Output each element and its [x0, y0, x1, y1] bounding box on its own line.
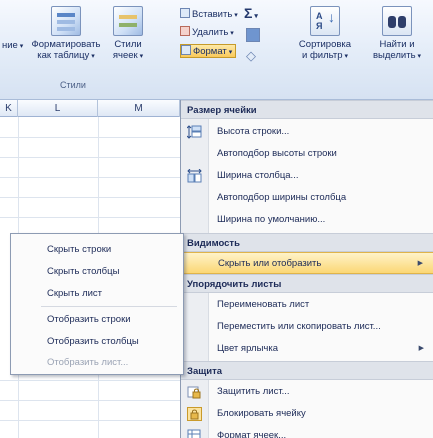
submenu-item-unhide-rows[interactable]: Отобразить строки — [11, 309, 183, 330]
sort-filter-button[interactable]: AЯ ↓ Сортировка и фильтр ▾ — [296, 6, 354, 62]
menu-header-cell-size: Размер ячейки — [181, 100, 433, 119]
clear-icon[interactable]: ◇ — [246, 48, 256, 64]
table-format-icon — [51, 6, 81, 36]
find-select-button[interactable]: Найти и выделить ▾ — [366, 6, 428, 62]
submenu-item-unhide-sheet: Отобразить лист... — [11, 352, 183, 373]
column-header-l[interactable]: L — [18, 100, 98, 117]
column-header-k[interactable]: K — [0, 100, 18, 117]
grid-line — [0, 400, 180, 401]
move-copy-sheet-label: Переместить или скопировать лист... — [217, 321, 381, 332]
insert-label: Вставить — [192, 9, 233, 20]
menu-item-autofit-row-height[interactable]: Автоподбор высоты строки — [181, 143, 433, 165]
row-height-label: Высота строки... — [217, 126, 290, 137]
grid-line — [0, 217, 180, 218]
insert-icon — [180, 8, 190, 18]
unhide-sheet-label: Отобразить лист... — [47, 357, 129, 368]
styles-group-label: Стили — [60, 80, 86, 90]
hide-rows-label: Скрыть строки — [47, 244, 112, 255]
menu-item-tab-color[interactable]: Цвет ярлычка ▶ — [181, 338, 433, 360]
binoculars-icon — [382, 6, 412, 36]
menu-item-format-cells[interactable]: Формат ячеек... — [181, 425, 433, 438]
partial-ribbon-label-text: ние — [2, 40, 18, 51]
menu-header-organize-sheets: Упорядочить листы — [181, 274, 433, 293]
grid-line — [0, 137, 180, 138]
protect-sheet-icon — [187, 385, 202, 399]
menu-header-visibility: Видимость — [181, 233, 433, 252]
format-button[interactable]: Формат ▾ — [180, 44, 237, 58]
format-as-table-button[interactable]: Форматировать как таблицу ▾ — [30, 6, 102, 62]
delete-icon — [180, 26, 190, 36]
cell-styles-button[interactable]: Стили ячеек ▾ — [106, 6, 150, 62]
menu-item-protect-sheet[interactable]: Защитить лист... — [181, 381, 433, 403]
submenu-item-hide-rows[interactable]: Скрыть строки — [11, 239, 183, 260]
partial-ribbon-label: ние ▾ — [2, 40, 24, 51]
column-header-row: K L M — [0, 100, 180, 117]
format-dropdown-menu: Размер ячейки Высота строки... Автоподбо… — [180, 100, 433, 438]
menu-item-row-height[interactable]: Высота строки... — [181, 121, 433, 143]
menu-header-protection: Защита — [181, 361, 433, 380]
submenu-separator — [41, 306, 177, 307]
submenu-arrow-icon: ▶ — [417, 260, 423, 267]
cell-styles-icon — [113, 6, 143, 36]
column-width-icon — [187, 169, 202, 183]
submenu-item-hide-columns[interactable]: Скрыть столбцы — [11, 261, 183, 282]
autofit-column-label: Автоподбор ширины столбца — [217, 192, 347, 203]
delete-button[interactable]: Удалить ▾ — [180, 26, 234, 40]
default-width-label: Ширина по умолчанию... — [217, 214, 326, 225]
grid-line — [0, 197, 180, 198]
format-cells-label: Формат ячеек... — [217, 430, 287, 438]
menu-item-hide-unhide[interactable]: Скрыть или отобразить ▶ — [181, 252, 433, 274]
unhide-columns-label: Отобразить столбцы — [47, 336, 139, 347]
hide-unhide-label: Скрыть или отобразить — [218, 258, 322, 269]
submenu-arrow-icon: ▶ — [418, 345, 424, 352]
grid-line — [0, 380, 180, 381]
menu-item-rename-sheet[interactable]: Переименовать лист — [181, 294, 433, 316]
find-select-label: Найти и выделить — [372, 39, 416, 61]
unhide-rows-label: Отобразить строки — [47, 314, 131, 325]
lock-icon — [187, 407, 202, 421]
tab-color-label: Цвет ярлычка — [217, 343, 278, 354]
menu-item-lock-cell[interactable]: Блокировать ячейку — [181, 403, 433, 425]
submenu-item-unhide-columns[interactable]: Отобразить столбцы — [11, 331, 183, 352]
format-cells-icon — [187, 429, 202, 438]
format-icon — [181, 45, 191, 55]
submenu-item-hide-sheet[interactable]: Скрыть лист — [11, 283, 183, 304]
lock-cell-label: Блокировать ячейку — [217, 408, 306, 419]
sort-filter-icon: AЯ ↓ — [310, 6, 340, 36]
menu-item-default-width[interactable]: Ширина по умолчанию... — [181, 209, 433, 231]
insert-button[interactable]: Вставить ▾ — [180, 8, 238, 22]
delete-label: Удалить — [192, 27, 229, 38]
ribbon: ние ▾ Форматировать как таблицу ▾ Стили … — [0, 0, 433, 100]
menu-item-column-width[interactable]: Ширина столбца... — [181, 165, 433, 187]
grid-line — [0, 177, 180, 178]
column-width-label: Ширина столбца... — [217, 170, 299, 181]
row-height-icon — [187, 125, 202, 139]
autosum-icon[interactable]: Σ ▾ — [244, 5, 258, 21]
hide-columns-label: Скрыть столбцы — [47, 266, 120, 277]
rename-sheet-label: Переименовать лист — [217, 299, 310, 310]
hide-sheet-label: Скрыть лист — [47, 288, 103, 299]
fill-icon[interactable] — [246, 28, 260, 42]
menu-item-move-copy-sheet[interactable]: Переместить или скопировать лист... — [181, 316, 433, 338]
column-header-m[interactable]: M — [98, 100, 180, 117]
protect-sheet-label: Защитить лист... — [217, 386, 290, 397]
grid-line — [0, 420, 180, 421]
grid-line — [0, 157, 180, 158]
menu-item-autofit-column-width[interactable]: Автоподбор ширины столбца — [181, 187, 433, 209]
hide-unhide-submenu: Скрыть строки Скрыть столбцы Скрыть лист… — [10, 233, 184, 375]
format-label: Формат — [193, 46, 227, 57]
autofit-row-label: Автоподбор высоты строки — [217, 148, 337, 159]
